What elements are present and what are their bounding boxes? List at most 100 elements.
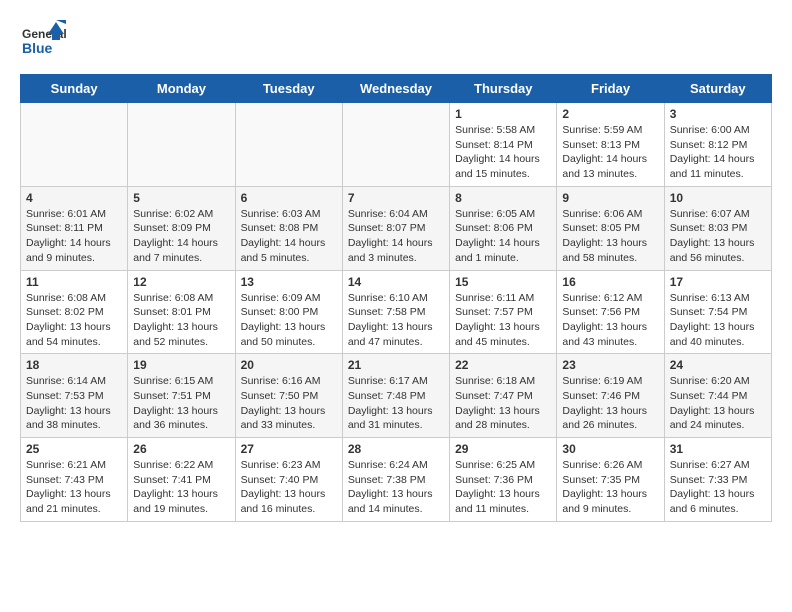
day-detail: Sunrise: 6:27 AMSunset: 7:33 PMDaylight:… [670, 458, 766, 517]
day-detail: Sunrise: 6:20 AMSunset: 7:44 PMDaylight:… [670, 374, 766, 433]
sunrise-text: Sunrise: 6:15 AM [133, 374, 229, 389]
calendar-day-cell: 11Sunrise: 6:08 AMSunset: 8:02 PMDayligh… [21, 270, 128, 354]
day-number: 25 [26, 442, 122, 456]
day-number: 12 [133, 275, 229, 289]
day-number: 7 [348, 191, 444, 205]
day-number: 20 [241, 358, 337, 372]
sunset-text: Sunset: 8:07 PM [348, 221, 444, 236]
svg-text:Blue: Blue [22, 40, 53, 56]
day-detail: Sunrise: 6:07 AMSunset: 8:03 PMDaylight:… [670, 207, 766, 266]
sunrise-text: Sunrise: 6:06 AM [562, 207, 658, 222]
sunrise-text: Sunrise: 5:59 AM [562, 123, 658, 138]
weekday-header: Sunday [21, 75, 128, 103]
calendar-header-row: SundayMondayTuesdayWednesdayThursdayFrid… [21, 75, 772, 103]
sunset-text: Sunset: 7:43 PM [26, 473, 122, 488]
day-number: 30 [562, 442, 658, 456]
day-detail: Sunrise: 6:25 AMSunset: 7:36 PMDaylight:… [455, 458, 551, 517]
sunset-text: Sunset: 7:36 PM [455, 473, 551, 488]
day-number: 4 [26, 191, 122, 205]
calendar-week-row: 4Sunrise: 6:01 AMSunset: 8:11 PMDaylight… [21, 186, 772, 270]
sunset-text: Sunset: 8:00 PM [241, 305, 337, 320]
day-number: 24 [670, 358, 766, 372]
calendar-day-cell: 22 Sunrise: 6:18 AMSunset: 7:47 PMDayligh… [450, 354, 557, 438]
calendar-day-cell [128, 103, 235, 187]
day-detail: Sunrise: 6:19 AMSunset: 7:46 PMDaylight:… [562, 374, 658, 433]
sunset-text: Sunset: 8:11 PM [26, 221, 122, 236]
calendar-week-row: 11Sunrise: 6:08 AMSunset: 8:02 PMDayligh… [21, 270, 772, 354]
daylight-text: Daylight: 14 hours and 3 minutes. [348, 236, 444, 265]
day-number: 10 [670, 191, 766, 205]
day-detail: Sunrise: 6:15 AMSunset: 7:51 PMDaylight:… [133, 374, 229, 433]
calendar-day-cell [342, 103, 449, 187]
weekday-header: Monday [128, 75, 235, 103]
sunrise-text: Sunrise: 6:01 AM [26, 207, 122, 222]
calendar-day-cell: 29Sunrise: 6:25 AMSunset: 7:36 PMDayligh… [450, 438, 557, 522]
day-detail: Sunrise: 6:16 AMSunset: 7:50 PMDaylight:… [241, 374, 337, 433]
day-number: 16 [562, 275, 658, 289]
sunset-text: Sunset: 8:05 PM [562, 221, 658, 236]
sunrise-text: Sunrise: 6:25 AM [455, 458, 551, 473]
daylight-text: Daylight: 13 hours and 6 minutes. [670, 487, 766, 516]
day-detail: Sunrise: 6:18 AMSunset: 7:47 PMDaylight:… [455, 374, 551, 433]
weekday-header: Thursday [450, 75, 557, 103]
day-number: 21 [348, 358, 444, 372]
daylight-text: Daylight: 13 hours and 24 minutes. [670, 404, 766, 433]
sunrise-text: Sunrise: 6:08 AM [26, 291, 122, 306]
daylight-text: Daylight: 13 hours and 21 minutes. [26, 487, 122, 516]
sunrise-text: Sunrise: 6:04 AM [348, 207, 444, 222]
calendar-day-cell: 17Sunrise: 6:13 AMSunset: 7:54 PMDayligh… [664, 270, 771, 354]
calendar-day-cell: 21 Sunrise: 6:17 AMSunset: 7:48 PMDayligh… [342, 354, 449, 438]
calendar-week-row: 1Sunrise: 5:58 AMSunset: 8:14 PMDaylight… [21, 103, 772, 187]
calendar-day-cell: 1Sunrise: 5:58 AMSunset: 8:14 PMDaylight… [450, 103, 557, 187]
daylight-text: Daylight: 14 hours and 7 minutes. [133, 236, 229, 265]
daylight-text: Daylight: 13 hours and 16 minutes. [241, 487, 337, 516]
calendar-week-row: 25Sunrise: 6:21 AMSunset: 7:43 PMDayligh… [21, 438, 772, 522]
calendar-day-cell: 23Sunrise: 6:19 AMSunset: 7:46 PMDayligh… [557, 354, 664, 438]
day-detail: Sunrise: 6:04 AMSunset: 8:07 PMDaylight:… [348, 207, 444, 266]
daylight-text: Daylight: 13 hours and 14 minutes. [348, 487, 444, 516]
daylight-text: Daylight: 13 hours and 38 minutes. [26, 404, 122, 433]
sunset-text: Sunset: 8:06 PM [455, 221, 551, 236]
sunset-text: Sunset: 8:08 PM [241, 221, 337, 236]
day-number: 22 [455, 358, 551, 372]
daylight-text: Daylight: 14 hours and 9 minutes. [26, 236, 122, 265]
day-detail: Sunrise: 6:10 AMSunset: 7:58 PMDaylight:… [348, 291, 444, 350]
day-detail: Sunrise: 6:05 AMSunset: 8:06 PMDaylight:… [455, 207, 551, 266]
day-detail: Sunrise: 6:12 AMSunset: 7:56 PMDaylight:… [562, 291, 658, 350]
day-number: 31 [670, 442, 766, 456]
sunset-text: Sunset: 7:35 PM [562, 473, 658, 488]
day-detail: Sunrise: 6:08 AMSunset: 8:01 PMDaylight:… [133, 291, 229, 350]
day-detail: Sunrise: 5:58 AMSunset: 8:14 PMDaylight:… [455, 123, 551, 182]
calendar-day-cell: 30Sunrise: 6:26 AMSunset: 7:35 PMDayligh… [557, 438, 664, 522]
calendar-day-cell: 19Sunrise: 6:15 AMSunset: 7:51 PMDayligh… [128, 354, 235, 438]
sunrise-text: Sunrise: 6:03 AM [241, 207, 337, 222]
day-number: 8 [455, 191, 551, 205]
sunset-text: Sunset: 7:47 PM [455, 389, 551, 404]
sunset-text: Sunset: 7:44 PM [670, 389, 766, 404]
weekday-header: Saturday [664, 75, 771, 103]
day-number: 27 [241, 442, 337, 456]
daylight-text: Daylight: 14 hours and 11 minutes. [670, 152, 766, 181]
sunrise-text: Sunrise: 5:58 AM [455, 123, 551, 138]
logo-svg: General Blue [20, 20, 70, 64]
sunrise-text: Sunrise: 6:17 AM [348, 374, 444, 389]
daylight-text: Daylight: 13 hours and 58 minutes. [562, 236, 658, 265]
daylight-text: Daylight: 14 hours and 1 minute. [455, 236, 551, 265]
day-detail: Sunrise: 6:03 AMSunset: 8:08 PMDaylight:… [241, 207, 337, 266]
calendar-day-cell: 9 Sunrise: 6:06 AMSunset: 8:05 PMDaylight… [557, 186, 664, 270]
sunset-text: Sunset: 8:13 PM [562, 138, 658, 153]
calendar-day-cell: 7 Sunrise: 6:04 AMSunset: 8:07 PMDaylight… [342, 186, 449, 270]
daylight-text: Daylight: 13 hours and 45 minutes. [455, 320, 551, 349]
day-number: 18 [26, 358, 122, 372]
day-number: 9 [562, 191, 658, 205]
day-detail: Sunrise: 6:17 AMSunset: 7:48 PMDaylight:… [348, 374, 444, 433]
day-detail: Sunrise: 6:08 AMSunset: 8:02 PMDaylight:… [26, 291, 122, 350]
daylight-text: Daylight: 14 hours and 5 minutes. [241, 236, 337, 265]
sunrise-text: Sunrise: 6:22 AM [133, 458, 229, 473]
sunrise-text: Sunrise: 6:02 AM [133, 207, 229, 222]
sunset-text: Sunset: 7:33 PM [670, 473, 766, 488]
sunset-text: Sunset: 7:57 PM [455, 305, 551, 320]
day-number: 26 [133, 442, 229, 456]
calendar-day-cell: 3Sunrise: 6:00 AMSunset: 8:12 PMDaylight… [664, 103, 771, 187]
sunrise-text: Sunrise: 6:23 AM [241, 458, 337, 473]
